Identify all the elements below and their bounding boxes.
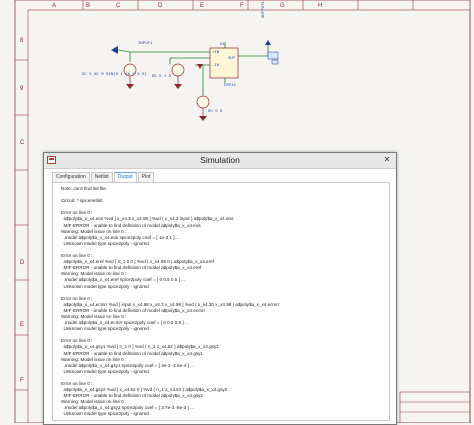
source3-value: DC 5 0 xyxy=(208,110,223,114)
grid-column-label: B xyxy=(86,3,91,9)
simulation-window[interactable]: Simulation ✕ Configuration Netlist Outpu… xyxy=(43,152,397,425)
grid-row-label: D xyxy=(20,260,25,266)
close-button[interactable]: ✕ xyxy=(381,155,393,165)
opamp-part: LM741 xyxy=(224,84,237,88)
tab-configuration[interactable]: Configuration xyxy=(52,172,90,182)
grid-row-label: E xyxy=(20,322,25,328)
tab-plot[interactable]: Plot xyxy=(137,172,155,182)
window-titlebar[interactable]: Simulation ✕ xyxy=(44,153,396,169)
output-panel[interactable]: Note: can't find init file. Circuit: * s… xyxy=(52,182,390,421)
tab-bar: Configuration Netlist Output Plot xyxy=(52,172,155,182)
source1-value: DC 5 AC 0 SIN(0 1 1K 0 0 0) xyxy=(82,73,147,77)
opamp-pin-out: OUT xyxy=(228,57,236,61)
opamp-pin-minus: -IN xyxy=(212,64,220,68)
grid-row-label: F xyxy=(20,378,24,384)
grid-column-label: F xyxy=(240,3,244,9)
grid-column-label: C xyxy=(116,3,121,9)
grid-column-label: H xyxy=(318,3,323,9)
grid-column-label: D xyxy=(158,3,163,9)
opamp-ref: U1 xyxy=(220,43,225,47)
grid-column-label: E xyxy=(200,3,205,9)
input-net-label[interactable]: INPUT1 xyxy=(138,42,152,46)
grid-row-label: 9 xyxy=(20,86,24,92)
grid-row-label: C xyxy=(20,140,25,146)
tab-netlist[interactable]: Netlist xyxy=(90,172,113,182)
grid-column-label: G xyxy=(280,3,285,9)
tab-output[interactable]: Output xyxy=(113,172,137,182)
source2-value: DC 5 1 6 ⋯ xyxy=(152,75,178,79)
output-net-label[interactable]: OUTPUT1 xyxy=(262,1,266,18)
opamp-pin-plus: +IN xyxy=(212,51,220,55)
grid-column-label: A xyxy=(52,3,57,9)
close-icon: ✕ xyxy=(383,155,391,164)
output-log[interactable]: Note: can't find init file. Circuit: * s… xyxy=(53,183,389,420)
grid-row-label: 8 xyxy=(20,38,24,44)
window-title: Simulation xyxy=(200,155,240,165)
